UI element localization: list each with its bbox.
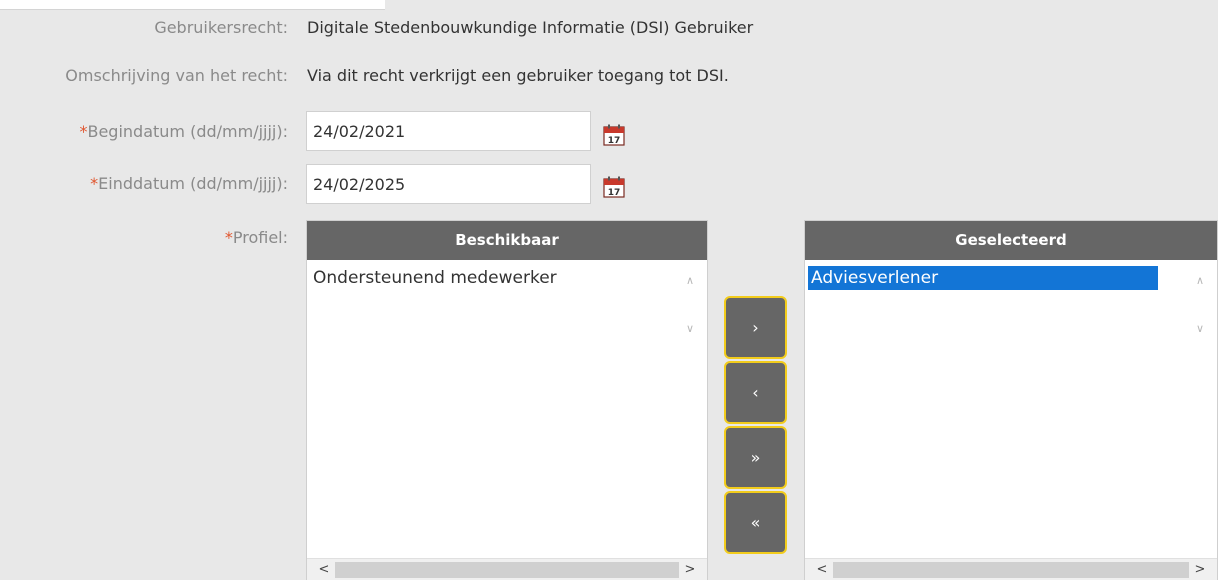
horizontal-scrollbar[interactable]: < > bbox=[307, 558, 707, 580]
scroll-right-icon[interactable]: > bbox=[679, 559, 701, 580]
top-tab-strip bbox=[0, 0, 385, 10]
move-all-left-button[interactable]: « bbox=[724, 491, 787, 554]
list-item[interactable]: Ondersteunend medewerker bbox=[310, 266, 560, 290]
scrollbar-thumb[interactable] bbox=[833, 562, 1189, 578]
end-date-input[interactable] bbox=[306, 164, 591, 204]
profile-label-text: Profiel: bbox=[232, 228, 288, 247]
horizontal-scrollbar[interactable]: < > bbox=[805, 558, 1217, 580]
svg-text:17: 17 bbox=[608, 136, 621, 146]
calendar-icon[interactable]: 17 bbox=[603, 124, 625, 146]
selected-list-header: Geselecteerd bbox=[805, 221, 1217, 260]
required-marker: * bbox=[224, 228, 233, 247]
scroll-right-icon[interactable]: > bbox=[1189, 559, 1211, 580]
svg-text:17: 17 bbox=[608, 188, 621, 198]
profile-label: *Profiel: bbox=[225, 228, 288, 247]
scroll-up-icon[interactable]: ∧ bbox=[1193, 274, 1207, 288]
right-value: Digitale Stedenbouwkundige Informatie (D… bbox=[307, 18, 754, 37]
calendar-icon[interactable]: 17 bbox=[603, 176, 625, 198]
available-list-panel: Beschikbaar Ondersteunend medewerker ∧ ∨… bbox=[306, 220, 708, 580]
selected-list[interactable]: Adviesverlener ∧ ∨ < > bbox=[805, 260, 1217, 580]
start-date-label: *Begindatum (dd/mm/jjjj): bbox=[79, 122, 288, 141]
selected-list-panel: Geselecteerd Adviesverlener ∧ ∨ < > bbox=[804, 220, 1218, 580]
scroll-down-icon[interactable]: ∨ bbox=[683, 322, 697, 336]
available-list[interactable]: Ondersteunend medewerker ∧ ∨ < > bbox=[307, 260, 707, 580]
end-date-label-text: Einddatum (dd/mm/jjjj): bbox=[98, 174, 288, 193]
description-value: Via dit recht verkrijgt een gebruiker to… bbox=[307, 66, 729, 85]
scroll-down-icon[interactable]: ∨ bbox=[1193, 322, 1207, 336]
move-right-button[interactable]: › bbox=[724, 296, 787, 359]
start-date-input[interactable] bbox=[306, 111, 591, 151]
scroll-left-icon[interactable]: < bbox=[811, 559, 833, 580]
scroll-left-icon[interactable]: < bbox=[313, 559, 335, 580]
start-date-label-text: Begindatum (dd/mm/jjjj): bbox=[87, 122, 288, 141]
scrollbar-thumb[interactable] bbox=[335, 562, 679, 578]
description-label: Omschrijving van het recht: bbox=[65, 66, 288, 85]
available-list-header: Beschikbaar bbox=[307, 221, 707, 260]
scroll-up-icon[interactable]: ∧ bbox=[683, 274, 697, 288]
list-item[interactable]: Adviesverlener bbox=[808, 266, 1158, 290]
right-label: Gebruikersrecht: bbox=[154, 18, 288, 37]
required-marker: * bbox=[90, 174, 99, 193]
move-left-button[interactable]: ‹ bbox=[724, 361, 787, 424]
move-all-right-button[interactable]: » bbox=[724, 426, 787, 489]
end-date-label: *Einddatum (dd/mm/jjjj): bbox=[90, 174, 288, 193]
